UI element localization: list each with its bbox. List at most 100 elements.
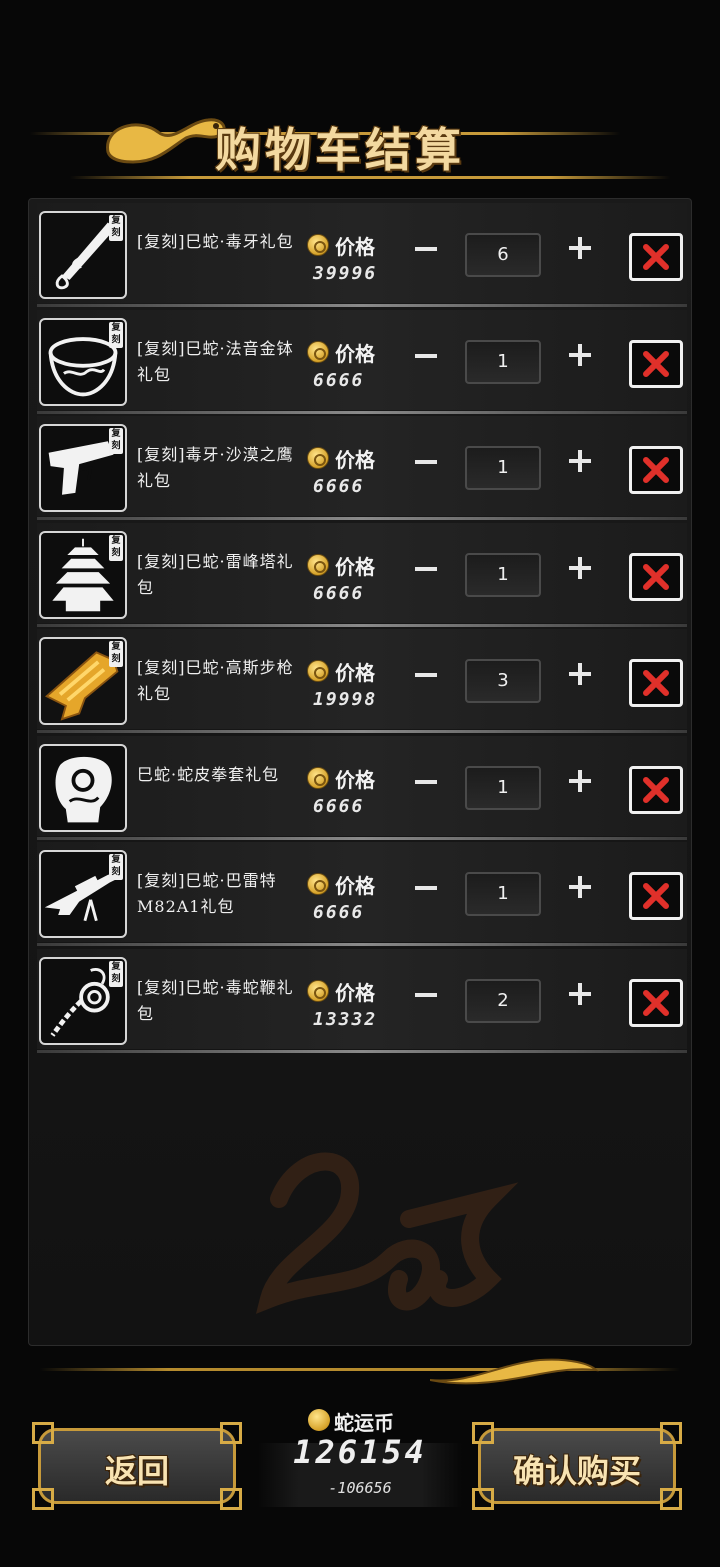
item-name: [复刻]毒牙·沙漠之鹰礼包 [137,445,294,490]
price-label: 价格 [335,235,375,259]
coin-icon [307,554,329,576]
quantity-field[interactable]: 1 [465,766,541,810]
confirm-purchase-label: 确认购买 [512,1452,641,1490]
cart-item: 巳蛇·蛇皮拳套礼包 价格 6666 1 [37,736,687,840]
remove-item-button[interactable] [629,659,683,707]
remove-item-button[interactable] [629,233,683,281]
coin-icon [307,341,329,363]
decrease-quantity-button[interactable] [415,780,437,784]
cart-item: 复刻 [复刻]巳蛇·雷峰塔礼包 价格 6666 1 [37,523,687,627]
remake-tag: 复刻 [109,428,123,454]
remake-tag: 复刻 [109,641,123,667]
page-title: 购物车结算 [215,123,465,177]
ornament-corner [32,1422,54,1444]
currency-change: -106656 [328,1479,392,1497]
item-thumbnail: 复刻 [39,424,127,512]
price-label: 价格 [335,555,375,579]
decrease-quantity-button[interactable] [415,247,437,251]
increase-quantity-button[interactable] [569,770,591,792]
decrease-quantity-button[interactable] [415,460,437,464]
remake-tag: 复刻 [109,961,123,987]
item-thumbnail: 复刻 [39,531,127,619]
close-icon [643,883,669,909]
coin-icon [307,980,329,1002]
quantity-field[interactable]: 1 [465,872,541,916]
decrease-quantity-button[interactable] [415,993,437,997]
coin-icon [307,660,329,682]
close-icon [643,457,669,483]
cart-item: 复刻 [复刻]巳蛇·法音金钵礼包 价格 6666 1 [37,310,687,414]
cart-item: 复刻 [复刻]巳蛇·高斯步枪礼包 价格 19998 3 [37,629,687,733]
ornament-corner [660,1422,682,1444]
item-name: [复刻]巳蛇·高斯步枪礼包 [137,658,294,703]
item-price: 13332 [313,1009,378,1030]
increase-quantity-button[interactable] [569,876,591,898]
item-name: [复刻]巳蛇·毒蛇鞭礼包 [137,978,294,1023]
item-thumbnail: 复刻 [39,211,127,299]
item-thumbnail: 复刻 [39,318,127,406]
item-price: 6666 [313,796,365,817]
header: 购物车结算 [0,90,720,190]
item-price: 39996 [313,263,378,284]
cart-item: 复刻 [复刻]巳蛇·毒蛇鞭礼包 价格 13332 2 [37,949,687,1053]
price-label: 价格 [335,874,375,898]
quantity-field[interactable]: 3 [465,659,541,703]
cart-item: 复刻 [复刻]巳蛇·巴雷特M82A1礼包 价格 6666 1 [37,842,687,946]
decrease-quantity-button[interactable] [415,354,437,358]
quantity-field[interactable]: 1 [465,446,541,490]
quantity-field[interactable]: 1 [465,553,541,597]
close-icon [643,244,669,270]
item-thumbnail: 复刻 [39,850,127,938]
increase-quantity-button[interactable] [569,663,591,685]
item-name: [复刻]巳蛇·法音金钵礼包 [137,339,294,384]
cart-item: 复刻 [复刻]毒牙·沙漠之鹰礼包 价格 6666 1 [37,416,687,520]
item-thumbnail [39,744,127,832]
currency-display: 蛇运币 126154 -106656 [258,1405,462,1513]
back-button[interactable]: 返回 [32,1422,242,1510]
coin-icon [307,447,329,469]
item-thumbnail: 复刻 [39,637,127,725]
item-price: 6666 [313,370,365,391]
decrease-quantity-button[interactable] [415,673,437,677]
increase-quantity-button[interactable] [569,450,591,472]
coin-icon [307,234,329,256]
increase-quantity-button[interactable] [569,237,591,259]
year-watermark-icon [255,1152,519,1314]
price-label: 价格 [335,981,375,1005]
cart-item: 复刻 [复刻]巳蛇·毒牙礼包 价格 39996 6 [37,203,687,307]
item-price: 6666 [313,476,365,497]
item-name: [复刻]巳蛇·雷峰塔礼包 [137,552,294,597]
decrease-quantity-button[interactable] [415,886,437,890]
price-label: 价格 [335,661,375,685]
price-label: 价格 [335,768,375,792]
remove-item-button[interactable] [629,766,683,814]
item-thumbnail: 复刻 [39,957,127,1045]
currency-balance: 126154 [293,1433,427,1471]
quantity-field[interactable]: 1 [465,340,541,384]
item-price: 6666 [313,583,365,604]
ornament-corner [220,1422,242,1444]
remake-tag: 复刻 [109,535,123,561]
cart-panel: 复刻 [复刻]巳蛇·毒牙礼包 价格 39996 6 复刻 [复刻]巳蛇·法音金钵… [28,198,692,1346]
quantity-field[interactable]: 2 [465,979,541,1023]
ornament-corner [472,1422,494,1444]
item-name: [复刻]巳蛇·巴雷特M82A1礼包 [137,871,277,916]
price-label: 价格 [335,448,375,472]
confirm-purchase-button[interactable]: 确认购买 [472,1422,682,1510]
remove-item-button[interactable] [629,446,683,494]
item-name: 巳蛇·蛇皮拳套礼包 [137,765,280,784]
item-name: [复刻]巳蛇·毒牙礼包 [137,232,294,251]
close-icon [643,777,669,803]
price-label: 价格 [335,342,375,366]
close-icon [643,351,669,377]
increase-quantity-button[interactable] [569,557,591,579]
decrease-quantity-button[interactable] [415,567,437,571]
remove-item-button[interactable] [629,979,683,1027]
remove-item-button[interactable] [629,872,683,920]
increase-quantity-button[interactable] [569,983,591,1005]
item-price: 6666 [313,902,365,923]
remove-item-button[interactable] [629,340,683,388]
increase-quantity-button[interactable] [569,344,591,366]
remove-item-button[interactable] [629,553,683,601]
quantity-field[interactable]: 6 [465,233,541,277]
